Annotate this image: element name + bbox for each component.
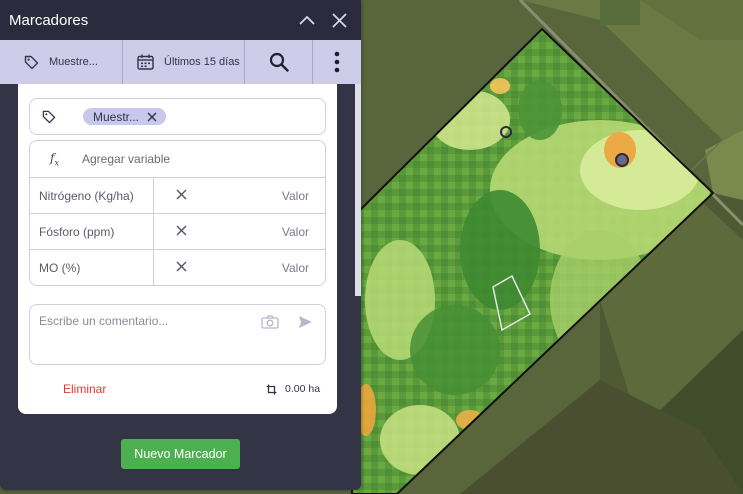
close-panel-button[interactable] — [325, 6, 353, 34]
new-marker-button[interactable]: Nuevo Marcador — [121, 439, 240, 469]
close-icon — [176, 189, 187, 200]
variables-table: fx Agregar variable Nitrógeno (Kg/ha) Va… — [29, 140, 326, 286]
tag-filter-label: Muestre... — [49, 56, 98, 68]
variable-name-cell: MO (%) — [30, 250, 187, 285]
add-variable-button[interactable]: fx Agregar variable — [30, 141, 325, 178]
remove-variable-button[interactable] — [176, 261, 187, 272]
marker-card: Muestr... fx Agregar variable Nitrógeno … — [18, 84, 337, 414]
add-variable-label: Agregar variable — [82, 152, 171, 166]
remove-tag-button[interactable] — [147, 112, 157, 122]
close-icon — [176, 261, 187, 272]
variable-row: MO (%) — [30, 250, 325, 285]
marker-area: 0.00 ha — [266, 383, 320, 395]
marker-point[interactable] — [615, 153, 629, 167]
variable-name-cell: Fósforo (ppm) — [30, 214, 187, 249]
variable-name: Fósforo (ppm) — [39, 224, 115, 239]
tag-icon-wrap — [42, 110, 70, 124]
area-value: 0.00 ha — [285, 383, 321, 395]
variable-name-cell: Nitrógeno (Kg/ha) — [30, 178, 187, 213]
camera-icon — [261, 315, 279, 329]
variable-row: Nitrógeno (Kg/ha) — [30, 178, 325, 214]
remove-variable-button[interactable] — [176, 189, 187, 200]
date-filter-button[interactable]: Últimos 15 días — [123, 40, 245, 84]
collapse-button[interactable] — [293, 6, 321, 34]
function-icon: fx — [50, 150, 59, 168]
tag-filter-button[interactable]: Muestre... — [0, 40, 123, 84]
panel-titlebar: Marcadores — [0, 0, 361, 40]
comment-input[interactable] — [39, 314, 249, 328]
panel-title: Marcadores — [9, 11, 89, 29]
calendar-icon — [137, 54, 154, 70]
markers-panel: Marcadores Muestre... Últimos 15 días Mu… — [0, 0, 361, 490]
panel-toolbar: Muestre... Últimos 15 días — [0, 40, 361, 84]
close-icon — [176, 225, 187, 236]
tag-chip: Muestr... — [83, 108, 167, 125]
tag-chip-label: Muestr... — [93, 109, 140, 124]
close-icon — [147, 112, 157, 121]
remove-variable-button[interactable] — [176, 225, 187, 236]
variable-row: Fósforo (ppm) — [30, 214, 325, 250]
close-icon — [331, 12, 347, 28]
variable-name: MO (%) — [39, 261, 81, 275]
send-comment-button[interactable] — [298, 315, 313, 334]
tag-icon — [24, 55, 39, 69]
panel-scrollbar[interactable] — [355, 84, 361, 296]
tag-icon — [42, 110, 56, 123]
search-icon — [269, 52, 289, 72]
tag-selector[interactable]: Muestr... — [29, 98, 326, 135]
comment-box — [29, 304, 326, 365]
variable-name: Nitrógeno (Kg/ha) — [39, 188, 134, 203]
send-icon — [299, 316, 312, 328]
more-vertical-icon — [334, 51, 340, 73]
crop-area-icon — [266, 384, 277, 394]
attach-photo-button[interactable] — [261, 315, 279, 334]
delete-marker-button[interactable]: Eliminar — [63, 382, 106, 396]
date-filter-label: Últimos 15 días — [164, 56, 240, 68]
chevron-up-icon — [299, 15, 315, 25]
more-options-button[interactable] — [313, 40, 361, 84]
search-button[interactable] — [245, 40, 313, 84]
